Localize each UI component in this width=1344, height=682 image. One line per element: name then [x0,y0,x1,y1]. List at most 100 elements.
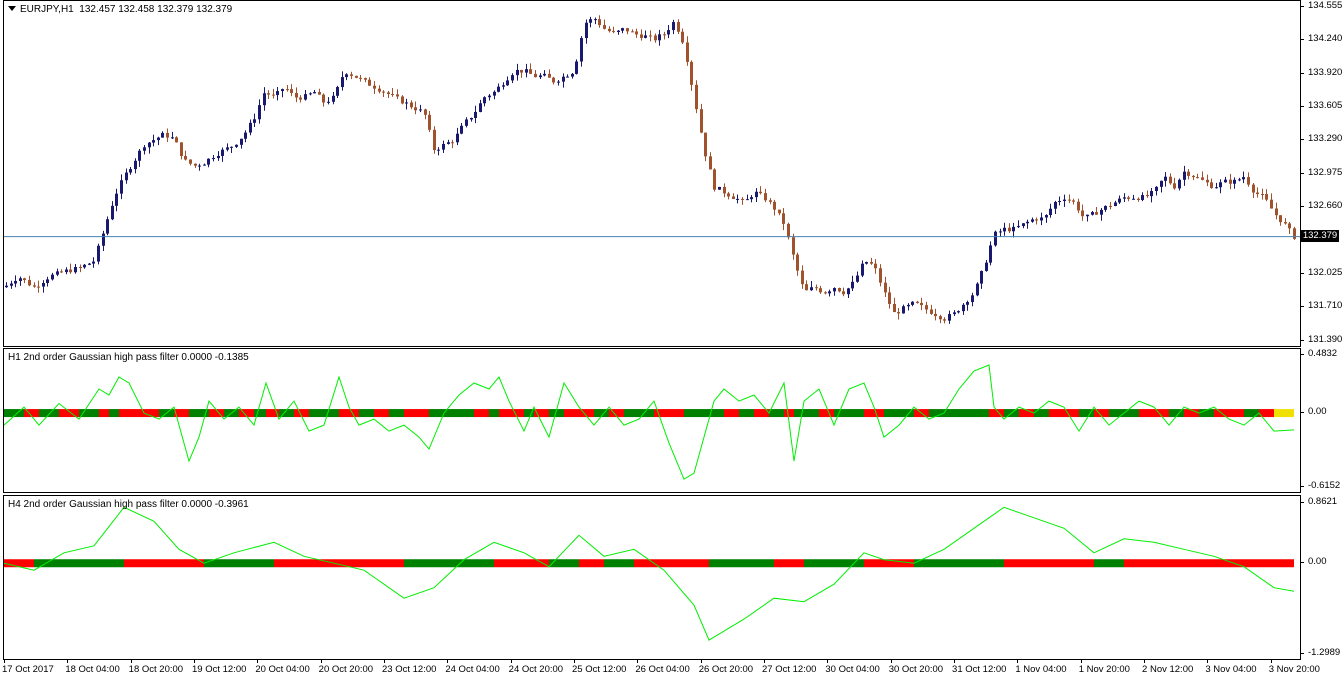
candle-body [1242,177,1245,180]
trend-bar-segment [864,409,874,418]
candle-body [1031,219,1034,222]
candle-body [506,80,509,86]
candle-body [240,138,243,145]
trend-bar-segment [1034,559,1064,568]
filter-line [4,364,1295,480]
candle-body [171,137,174,139]
value-tick-label: 0.4832 [1308,348,1338,359]
candle-body [539,75,542,78]
h1-indicator-pane[interactable]: H1 2nd order Gaussian high pass filter 0… [3,348,1301,493]
candle-body [686,42,689,62]
candle-body [42,282,45,287]
candle-body [1201,177,1204,180]
value-tick-mark [1300,653,1304,654]
price-tick-mark [1300,39,1304,41]
candle-body [925,305,928,310]
candle-body [1293,228,1296,239]
candle-body [304,94,307,100]
candle-body [51,274,54,280]
trend-bar-segment [944,559,974,568]
candle-body [1219,182,1222,188]
candle-body [456,133,459,143]
candle-body [516,69,519,76]
candle-body [847,288,850,295]
candle-body [856,275,859,282]
trend-bar-segment [189,409,199,418]
candle-body [203,164,206,166]
candle-body [870,262,873,264]
candle-body [437,149,440,151]
candle-body [548,73,551,78]
candle-body [230,146,233,148]
candle-body [654,35,657,41]
candle-body [92,261,95,264]
trend-bar-segment [389,409,404,418]
candle-body [336,87,339,96]
time-tick-label: 3 Nov 20:00 [1268,664,1320,675]
time-tick-mark [1080,659,1082,663]
filter-line [4,506,1295,641]
trend-bar-segment [1184,559,1214,568]
candle-body [787,223,790,238]
price-chart-pane[interactable]: EURJPY,H1 132.457 132.458 132.379 132.37… [3,0,1301,347]
value-tick-label: 0.00 [1308,556,1327,568]
candle-body [920,302,923,306]
candle-body [60,271,63,273]
trend-bar-segment [1274,409,1294,418]
time-tick-mark [574,659,576,663]
time-tick-label: 3 Nov 04:00 [1205,664,1257,675]
candle-body [1100,209,1103,215]
trend-bar-segment [694,409,704,418]
candle-body [769,200,772,202]
trend-bar-segment [374,409,389,418]
candle-body [184,155,187,160]
time-tick-mark [637,659,639,663]
candle-body [1150,190,1153,197]
candle-body [608,28,611,32]
trend-bar-segment [419,409,429,418]
price-tick-label: 134.240 [1308,33,1343,45]
candle-body [778,209,781,214]
candle-body [1252,184,1255,193]
dropdown-triangle-icon[interactable] [8,6,16,11]
candle-body [976,283,979,296]
h1-filter-chart [4,364,1295,480]
candle-body [493,91,496,96]
candle-body [272,94,275,96]
time-tick-mark [1270,659,1272,663]
time-tick-label: 18 Oct 20:00 [128,664,184,675]
trend-bar-segment [1064,559,1094,568]
candle-body [460,125,463,134]
candle-body [598,19,601,26]
candle-body [253,119,256,123]
h4-indicator-pane[interactable]: H4 2nd order Gaussian high pass filter 0… [3,495,1301,660]
candle-body [695,84,698,110]
candle-body [1183,171,1186,180]
candle-body [1265,194,1268,200]
time-axis: 17 Oct 2017 18 Oct 04:00 18 Oct 20:00 19 Oc… [0,659,1344,682]
candle-body [129,169,132,173]
price-tick-mark [1300,172,1304,174]
candle-body [819,288,822,293]
candle-body [511,75,514,81]
time-tick-label: 1 Nov 04:00 [1015,664,1067,675]
value-tick-mark [1300,562,1304,564]
candle-body [465,119,468,126]
candle-body [842,291,845,295]
trend-bar-segment [119,409,129,418]
candle-body [295,92,298,98]
price-tick-mark [1300,205,1304,207]
trend-bar-segment [714,409,724,418]
candle-body [198,165,201,167]
value-tick-label: -0.6152 [1308,480,1341,491]
candle-body [939,316,942,320]
candle-body [750,197,753,200]
candle-body [575,61,578,74]
price-tick-label: 132.975 [1308,166,1343,178]
trend-bar-segment [64,559,94,568]
trend-bar-segment [404,559,434,568]
trend-bar-segment [334,559,364,568]
trend-bar-segment [624,409,639,418]
time-tick-label: 30 Oct 04:00 [825,664,880,675]
candle-body [134,160,137,170]
